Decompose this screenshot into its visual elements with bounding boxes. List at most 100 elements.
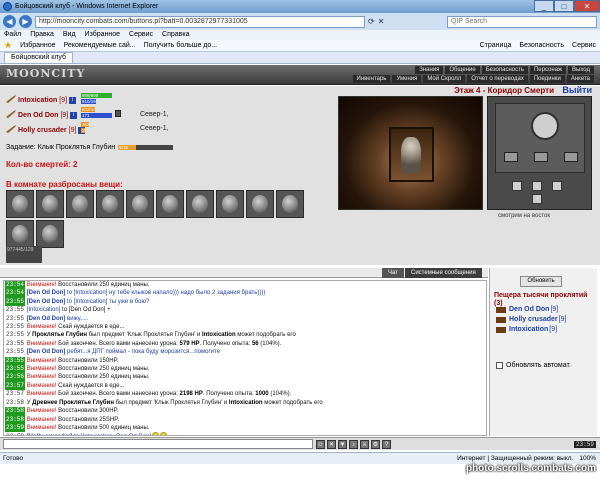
room-player-name[interactable]: Den Od Don — [509, 306, 549, 313]
chat-nick[interactable]: [Intoxication] — [27, 307, 61, 313]
chat-timestamp[interactable]: 23:56 — [5, 373, 26, 382]
filter-icon[interactable]: ▼ — [338, 439, 347, 449]
help-icon[interactable]: ? — [382, 439, 391, 449]
turn-left-button[interactable] — [504, 152, 518, 162]
chat-log[interactable]: 23:54 Внимание! Восстановили 250 единиц … — [3, 280, 487, 436]
game-menu-my-scroll[interactable]: Мой Скролл — [423, 75, 466, 83]
stop-icon[interactable]: ✕ — [378, 17, 385, 26]
favorites-link-suggested[interactable]: Рекомендуемые сай... — [64, 42, 136, 49]
chat-nick[interactable]: to [Intoxication, Den Od Don] — [72, 434, 151, 435]
maximize-button[interactable]: □ — [554, 0, 574, 12]
cmd-safety[interactable]: Безопасность — [519, 42, 564, 49]
monster-figure[interactable] — [401, 137, 421, 173]
url-input[interactable]: http://mooncity.combats.com/buttons.pl?b… — [35, 15, 365, 28]
chat-timestamp[interactable]: 23:55 — [5, 365, 26, 374]
chat-input[interactable] — [3, 439, 313, 449]
chat-timestamp[interactable]: 23:58 — [5, 415, 26, 424]
room-item[interactable] — [6, 190, 34, 218]
chat-timestamp[interactable]: 23:58 — [5, 399, 25, 407]
menu-favorites[interactable]: Избранное — [85, 30, 120, 40]
chat-timestamp[interactable]: 23:54 — [5, 289, 26, 298]
refresh-icon[interactable]: ⟳ — [368, 17, 375, 26]
chat-timestamp[interactable]: 23:54 — [5, 281, 26, 290]
sound-icon[interactable]: ♪ — [349, 439, 358, 449]
room-player[interactable]: Intoxication [9] — [496, 326, 557, 333]
info-icon[interactable]: i — [70, 111, 78, 119]
tab-fight-club[interactable]: Бойцовский клуб — [4, 52, 74, 63]
chat-timestamp[interactable]: 23:55 — [5, 331, 25, 339]
smiles-icon[interactable]: ☺ — [316, 439, 325, 449]
player-name[interactable]: Holly crusader — [18, 127, 67, 134]
chat-timestamp[interactable]: 23:55 — [5, 306, 25, 314]
chat-timestamp[interactable]: 23:55 — [5, 297, 26, 307]
player-row[interactable]: Den Od Don [9] i — [6, 109, 78, 121]
chat-nick[interactable]: [Den Od Don] — [27, 316, 66, 322]
favorites-button[interactable]: Избранное — [20, 42, 55, 49]
game-menu-communication[interactable]: Общение — [445, 66, 480, 74]
game-menu-fights[interactable]: Поединки — [529, 75, 565, 83]
room-item[interactable] — [6, 220, 34, 248]
room-item[interactable] — [216, 190, 244, 218]
auto-update-checkbox[interactable] — [496, 362, 503, 369]
player-row[interactable]: Intoxication [9] i — [6, 94, 77, 106]
room-player-name[interactable]: Intoxication — [509, 326, 548, 333]
room-item[interactable] — [36, 190, 64, 218]
close-button[interactable]: ✕ — [574, 0, 600, 12]
chat-timestamp[interactable]: 23:57 — [5, 390, 25, 398]
forward-icon[interactable]: ▶ — [19, 15, 32, 28]
cmd-tools[interactable]: Сервис — [572, 42, 596, 49]
player-name[interactable]: Den Od Don — [18, 112, 58, 119]
chat-nick[interactable]: to [Intoxication] — [65, 299, 107, 305]
menu-tools[interactable]: Сервис — [129, 30, 153, 40]
chat-nick[interactable]: [Den Od Don] — [27, 299, 66, 305]
game-menu-profile[interactable]: Анкета — [566, 75, 594, 83]
game-menu-transfers[interactable]: Отчет о переводах — [467, 75, 528, 83]
room-item[interactable] — [126, 190, 154, 218]
chat-timestamp[interactable]: 23:59 — [5, 433, 25, 435]
chat-timestamp[interactable]: 23:59 — [5, 423, 26, 433]
room-item[interactable] — [66, 190, 94, 218]
zoom-level[interactable]: 100% — [579, 455, 596, 462]
game-menu-character[interactable]: Персонаж — [529, 66, 567, 74]
favorites-link-more[interactable]: Получить больше до... — [144, 42, 217, 49]
menu-view[interactable]: Вид — [63, 30, 76, 40]
game-menu-security[interactable]: Безопасность — [481, 66, 528, 74]
favorites-star-icon[interactable]: ★ — [4, 40, 12, 51]
room-item[interactable] — [276, 190, 304, 218]
chat-timestamp[interactable]: 23:58 — [5, 407, 26, 416]
cmd-page[interactable]: Страница — [480, 42, 512, 49]
room-item[interactable] — [96, 190, 124, 218]
fight-icon[interactable]: ⚔ — [360, 439, 369, 449]
player-name[interactable]: Intoxication — [18, 97, 57, 104]
room-item[interactable] — [156, 190, 184, 218]
move-forward-button[interactable] — [534, 152, 548, 162]
room-item[interactable] — [36, 220, 64, 248]
room-player-name[interactable]: Holly crusader — [509, 316, 558, 323]
game-menu-exit[interactable]: Выход — [568, 66, 594, 74]
chat-timestamp[interactable]: 23:55 — [5, 315, 25, 323]
refresh-button[interactable]: Обновить — [520, 276, 562, 287]
chat-nick[interactable]: [Den Od Don] — [27, 290, 66, 296]
chat-timestamp[interactable]: 23:55 — [5, 356, 26, 366]
menu-file[interactable]: Файл — [4, 30, 21, 40]
back-icon[interactable]: ◀ — [3, 15, 16, 28]
player-row[interactable]: Holly crusader [9] i — [6, 124, 86, 136]
clear-icon[interactable]: ✕ — [327, 439, 336, 449]
room-item[interactable] — [186, 190, 214, 218]
tab-chat[interactable]: Чат — [382, 268, 404, 278]
exit-link[interactable]: Выйти — [562, 85, 592, 95]
search-input[interactable]: QIP Search — [447, 15, 597, 28]
room-item[interactable] — [246, 190, 274, 218]
chat-timestamp[interactable]: 23:57 — [5, 381, 26, 391]
auto-update-option[interactable]: Обновлять автомат. — [496, 362, 571, 369]
settings-icon[interactable]: ⚙ — [371, 439, 380, 449]
menu-help[interactable]: Справка — [162, 30, 189, 40]
chat-timestamp[interactable]: 23:55 — [5, 348, 25, 356]
room-player[interactable]: Den Od Don [9] — [496, 306, 558, 313]
game-menu-skills[interactable]: Умения — [392, 75, 422, 83]
chat-nick[interactable]: to [Intoxication] — [65, 290, 107, 296]
tab-system-messages[interactable]: Системные сообщения — [405, 268, 482, 278]
room-player[interactable]: Holly crusader [9] — [496, 316, 566, 323]
game-menu-knowledge[interactable]: Знания — [415, 66, 444, 74]
compass-icon[interactable] — [531, 112, 559, 140]
